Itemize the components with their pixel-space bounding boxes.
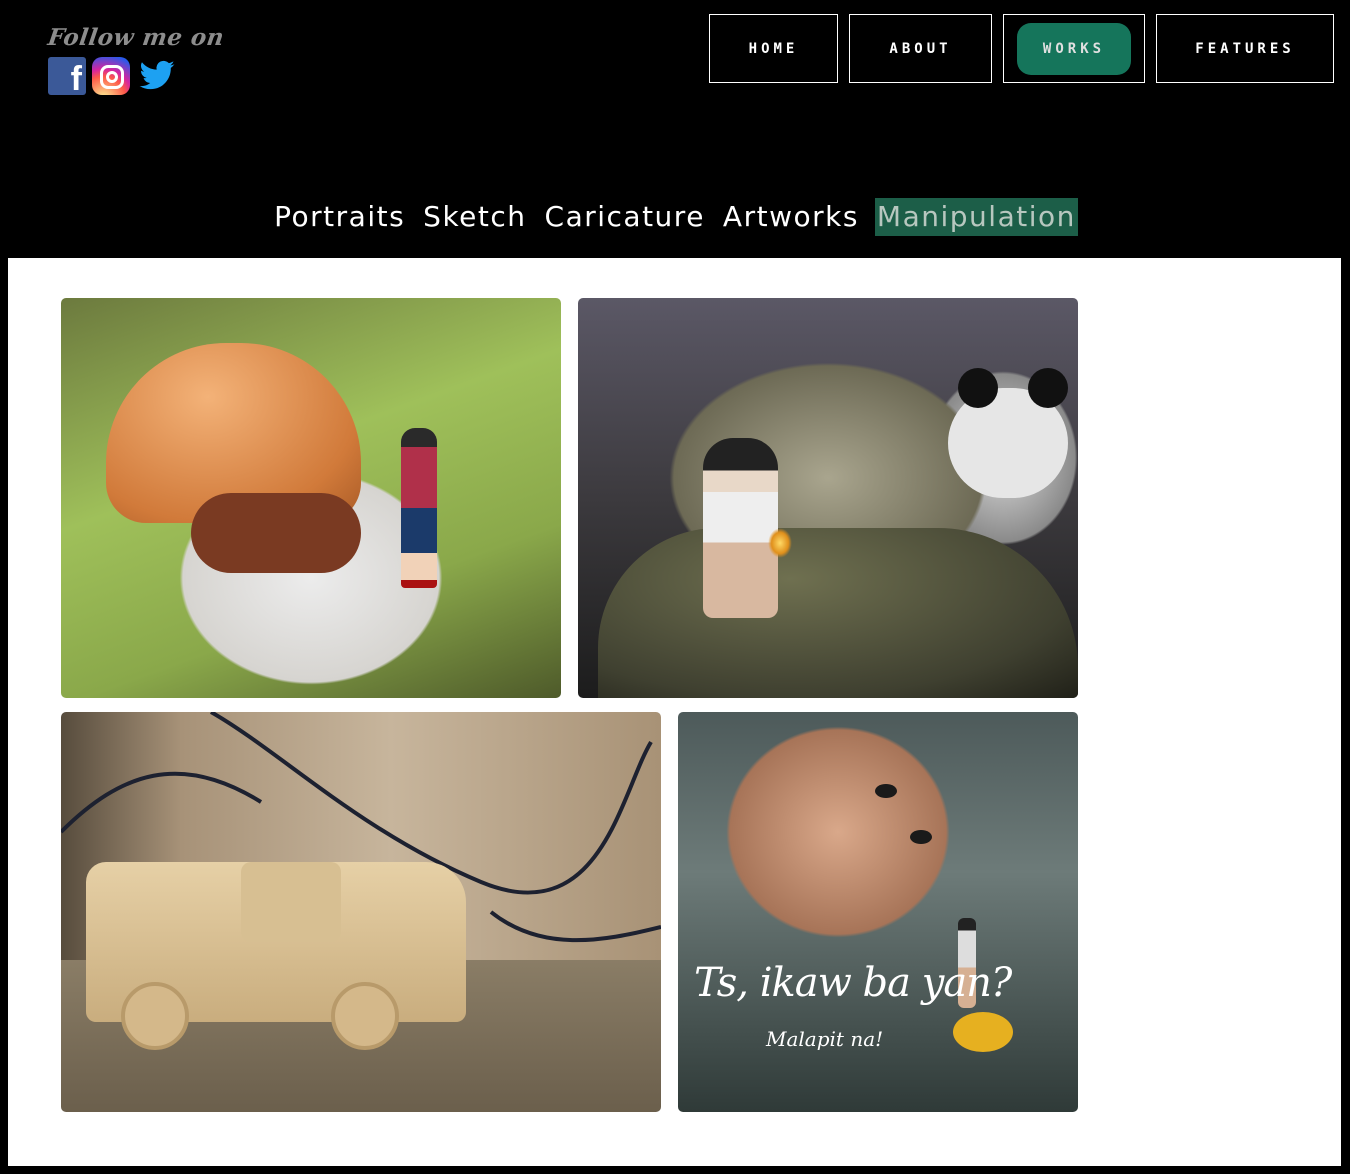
eye-shape	[910, 830, 932, 844]
nav-about[interactable]: ABOUT	[849, 14, 992, 83]
gallery-panel: Ts, ikaw ba yan? Malapit na!	[8, 258, 1341, 1166]
lantern-glow	[768, 528, 792, 558]
tab-portraits[interactable]: Portraits	[272, 198, 407, 236]
panda-figure	[948, 368, 1068, 498]
toy-truck-cab	[241, 862, 341, 942]
tab-artworks[interactable]: Artworks	[721, 198, 861, 236]
sitting-girl-figure	[703, 438, 778, 618]
tiny-girl-figure	[401, 428, 437, 588]
tab-sketch[interactable]: Sketch	[421, 198, 528, 236]
gallery-image-truck[interactable]	[61, 712, 661, 1112]
truck-wheel	[121, 982, 189, 1050]
gallery-image-panda[interactable]	[578, 298, 1078, 698]
flower-shape	[953, 1012, 1013, 1052]
tab-manipulation[interactable]: Manipulation	[874, 198, 1078, 236]
category-tabs: Portraits Sketch Caricature Artworks Man…	[0, 198, 1350, 236]
gallery-image-burger[interactable]	[61, 298, 561, 698]
truck-wheel	[331, 982, 399, 1050]
image-subcaption: Malapit na!	[766, 1027, 884, 1051]
nav-works-label: WORKS	[1017, 22, 1131, 75]
nav-home-label: HOME	[748, 40, 799, 57]
nav-features[interactable]: FEATURES	[1156, 14, 1334, 83]
rock-shape	[598, 528, 1078, 698]
tab-caricature[interactable]: Caricature	[543, 198, 707, 236]
eye-shape	[875, 784, 897, 798]
patty-shape	[191, 493, 361, 573]
nav-home[interactable]: HOME	[709, 14, 838, 83]
image-caption: Ts, ikaw ba yan?	[694, 960, 1012, 1006]
main-nav: HOME ABOUT WORKS FEATURES	[0, 14, 1350, 85]
gallery-image-giant-child[interactable]: Ts, ikaw ba yan? Malapit na!	[678, 712, 1078, 1112]
nav-features-label: FEATURES	[1195, 40, 1295, 57]
nav-about-label: ABOUT	[889, 40, 952, 57]
nav-works[interactable]: WORKS	[1003, 14, 1145, 83]
